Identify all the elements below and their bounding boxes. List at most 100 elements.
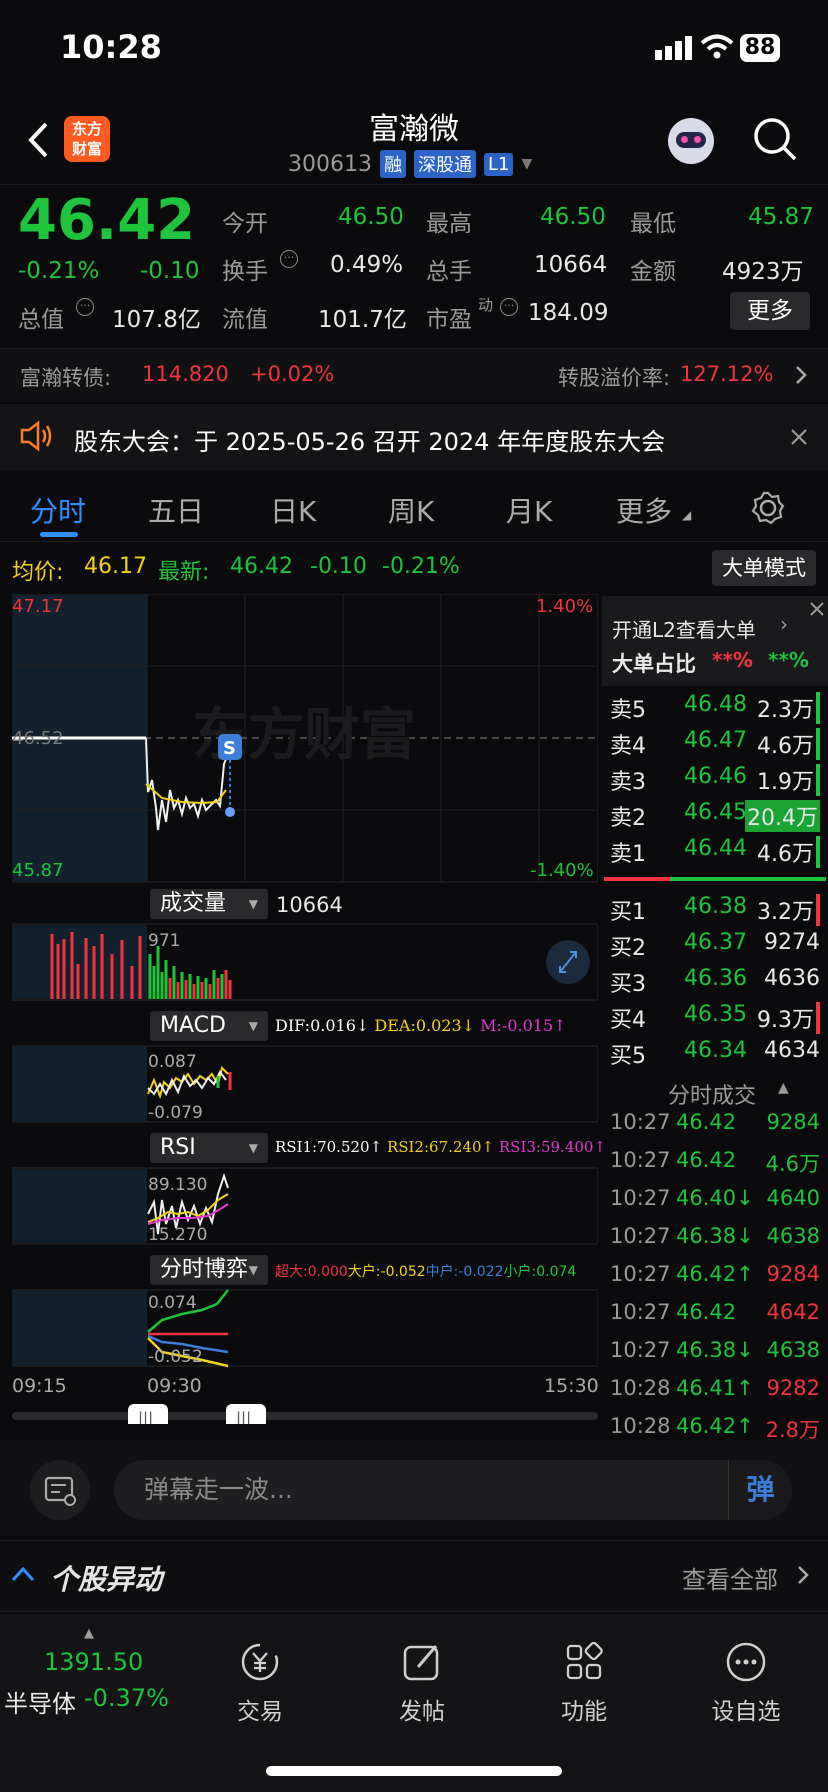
wifi-icon (700, 34, 734, 59)
game-axis-bottom: -0.052 (148, 1347, 203, 1367)
more-quote-button[interactable]: 更多 (730, 292, 810, 330)
macd-indicator-select[interactable]: MACD ▼ (150, 1011, 268, 1041)
danmu-send-button[interactable]: 弹 (728, 1460, 792, 1520)
pe-dynamic-mark: 动 (478, 296, 494, 314)
change-percent: -0.21% (18, 258, 100, 284)
ask-row[interactable]: 卖3 46.46 1.9万 (610, 764, 820, 798)
pe-value: 184.09 (528, 300, 609, 326)
open-value: 46.50 (338, 204, 404, 230)
bid-ask-ratio-bar-green (670, 877, 826, 881)
tab-intraday[interactable]: 分时 (30, 490, 86, 530)
chevron-up-icon[interactable] (10, 1564, 36, 1584)
grid-icon (566, 1641, 603, 1680)
game-small: 小户:0.074 (503, 1264, 577, 1280)
latest-percent: -0.21% (382, 554, 460, 579)
pe-label: 市盈 (426, 307, 472, 333)
rsi-indicator-select[interactable]: RSI ▼ (150, 1133, 268, 1163)
tab-functions[interactable]: 功能 (524, 1640, 644, 1726)
macd-m: M:-0.015↑ (480, 1016, 567, 1035)
cellular-signal-icon (655, 36, 692, 60)
game-big: 大户:-0.052 (347, 1264, 426, 1280)
tab-post-label: 发帖 (399, 1699, 445, 1725)
tab-add-watchlist[interactable]: 设自选 (686, 1640, 806, 1726)
volume-axis-max: 971 (148, 931, 180, 951)
float-cap-label: 流值 (222, 307, 268, 333)
latest-value: 46.42 (230, 554, 293, 579)
game-axis-top: 0.074 (148, 1293, 197, 1313)
info-icon[interactable]: ··· (280, 250, 298, 268)
connect-tag: 深股通 (413, 150, 476, 178)
avg-value: 46.17 (84, 554, 147, 579)
search-icon[interactable] (752, 116, 798, 164)
tick-row: 10:27 46.42 4642 (610, 1300, 820, 1324)
close-icon[interactable] (808, 600, 826, 618)
gear-icon[interactable] (750, 490, 786, 526)
tab-functions-label: 功能 (561, 1699, 607, 1725)
ask-row[interactable]: 卖2 46.45 20.4万 (610, 800, 820, 834)
bid-row[interactable]: 买5 46.34 4634 (610, 1038, 820, 1072)
rsi-indicator-label: RSI (160, 1135, 196, 1160)
tab-daily-k[interactable]: 日K (270, 490, 316, 530)
tick-row: 10:27 46.38↓ 4638 (610, 1224, 820, 1248)
low-value: 45.87 (748, 204, 814, 230)
macd-axis-top: 0.087 (148, 1052, 197, 1072)
volume-label: 总手 (426, 259, 472, 285)
tick-trades-label[interactable]: 分时成交 (668, 1078, 756, 1110)
danmu-settings-button[interactable] (30, 1460, 90, 1520)
sector-index-value[interactable]: 1391.50 (44, 1648, 143, 1676)
latest-change: -0.10 (310, 554, 367, 579)
chart-top-price: 47.17 (12, 596, 64, 617)
bond-price: 114.820 (142, 362, 229, 386)
tab-trade[interactable]: 交易 (200, 1640, 320, 1726)
open-label: 今开 (222, 211, 268, 237)
tab-post[interactable]: 发帖 (362, 1640, 482, 1726)
rsi-values: RSI1:70.520↑ RSI2:67.240↑ RSI3:59.400↑ (275, 1138, 606, 1156)
tick-row: 10:27 46.42 4.6万 (610, 1148, 820, 1176)
ask-row[interactable]: 卖5 46.48 2.3万 (610, 692, 820, 726)
sector-name[interactable]: 半导体 (4, 1684, 76, 1719)
tab-more[interactable]: 更多 (616, 490, 672, 530)
big-order-ratio-green: **% (768, 648, 809, 672)
macd-dea: DEA:0.023↓ (374, 1016, 476, 1035)
market-cap-label: 总值 (18, 307, 64, 333)
game-values: 超大:0.000大户:-0.052中户:-0.022小户:0.074 (275, 1261, 576, 1281)
turnover-value: 0.49% (330, 252, 404, 278)
bid-row[interactable]: 买2 46.37 9274 (610, 930, 820, 964)
edit-icon (403, 1645, 439, 1681)
bid-row[interactable]: 买4 46.35 9.3万 (610, 1002, 820, 1036)
info-icon[interactable]: ··· (76, 298, 94, 316)
stock-movers-title: 个股异动 (50, 1563, 163, 1596)
yen-icon (241, 1643, 279, 1681)
margin-tag: 融 (379, 150, 406, 178)
close-icon[interactable] (790, 428, 808, 446)
rsi2: RSI2:67.240↑ (386, 1138, 495, 1156)
chevron-right-icon: › (780, 612, 788, 636)
ask-row[interactable]: 卖1 46.44 4.6万 (610, 836, 820, 870)
caret-icon: ◢ (682, 508, 692, 522)
bond-change: +0.02% (250, 362, 335, 386)
volume-indicator-label: 成交量 (160, 891, 227, 916)
tab-weekly-k[interactable]: 周K (388, 490, 434, 530)
high-label: 最高 (426, 211, 472, 237)
volume-indicator-select[interactable]: 成交量 ▼ (150, 889, 268, 919)
info-icon[interactable]: ··· (500, 298, 518, 316)
danmu-input[interactable]: 弹幕走一波... (114, 1460, 792, 1520)
notice-text: 股东大会：于 2025-05-26 召开 2024 年年度股东大会 (74, 428, 666, 456)
battery-indicator: 88 (740, 34, 780, 62)
game-mid: 中户:-0.022 (425, 1264, 504, 1280)
bid-row[interactable]: 买3 46.36 4636 (610, 966, 820, 1000)
tab-monthly-k[interactable]: 月K (506, 490, 552, 530)
game-indicator-select[interactable]: 分时博弈 ▼ (150, 1255, 268, 1285)
ask-row[interactable]: 卖4 46.47 4.6万 (610, 728, 820, 762)
macd-dif: DIF:0.016↓ (275, 1016, 370, 1035)
intraday-chart[interactable]: 东方财富 S 47.17 46.52 45.87 1.40% -1.40% 97… (12, 594, 598, 1424)
rsi1: RSI1:70.520↑ (275, 1138, 383, 1156)
bid-row[interactable]: 买1 46.38 3.2万 (610, 894, 820, 928)
robot-assistant-icon[interactable] (668, 118, 714, 164)
view-all-link[interactable]: 查看全部 (682, 1560, 778, 1595)
tab-add-watchlist-label: 设自选 (711, 1699, 781, 1725)
stock-code-row[interactable]: 300613 融 深股通 L1 ▼ (288, 150, 532, 178)
sector-percent: -0.37% (84, 1684, 169, 1712)
tab-five-day[interactable]: 五日 (148, 490, 204, 530)
big-order-mode-button[interactable]: 大单模式 (712, 550, 816, 586)
